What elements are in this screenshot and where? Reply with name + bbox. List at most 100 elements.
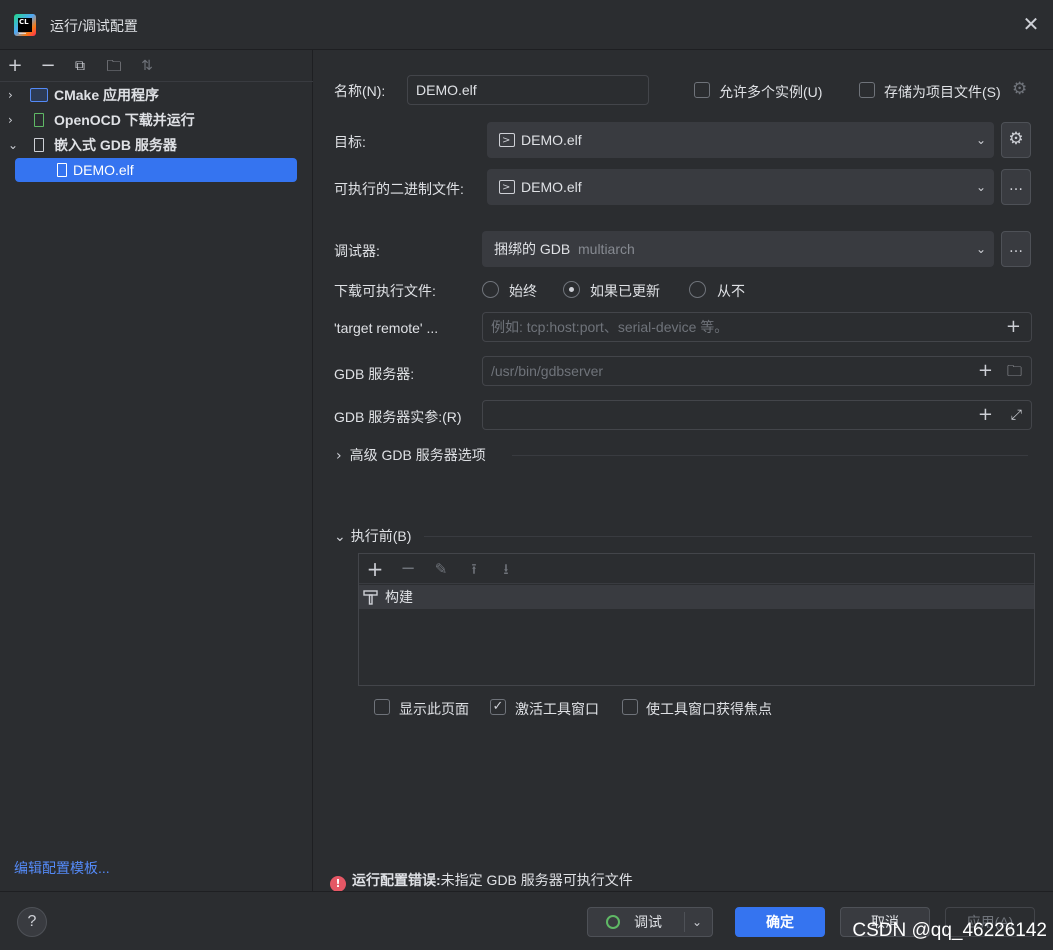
download-if-updated-radio[interactable] xyxy=(563,281,580,298)
target-label: 目标: xyxy=(334,134,366,150)
chevron-down-icon: ⌄ xyxy=(975,242,986,256)
window-title: 运行/调试配置 xyxy=(50,18,138,34)
tree-item-cmake[interactable]: › CMake 应用程序 xyxy=(0,83,313,107)
new-folder-icon[interactable]: 🗀 xyxy=(103,55,125,77)
activate-tool-window-checkbox[interactable]: ✓ xyxy=(490,699,506,715)
watermark: CSDN @qq_46226142 xyxy=(852,920,1047,941)
gdb-server-label: GDB 服务器: xyxy=(334,366,415,382)
config-tree-panel: + − ⧉ 🗀 ⇅ › CMake 应用程序 › OpenOCD 下载并运行 ⌄… xyxy=(0,50,313,891)
folder-icon[interactable]: 🗀 xyxy=(1007,357,1022,385)
add-icon[interactable]: + xyxy=(978,357,993,385)
tree-item-demo-elf[interactable]: DEMO.elf xyxy=(15,158,297,182)
add-icon[interactable]: + xyxy=(364,558,386,580)
cmake-app-icon xyxy=(30,88,48,102)
gdb-server-input[interactable]: /usr/bin/gdbserver + 🗀 xyxy=(482,356,1032,386)
chevron-down-icon[interactable]: ⌄ xyxy=(8,133,20,157)
terminal-icon xyxy=(499,123,515,159)
help-button[interactable]: ? xyxy=(17,907,47,937)
debugger-combo[interactable]: 捆绑的 GDB multiarch ⌄ xyxy=(482,231,994,267)
download-label: 下载可执行文件: xyxy=(334,283,436,299)
tree-item-label: OpenOCD 下载并运行 xyxy=(54,112,195,128)
before-launch-toolbar: + − ✎ ⭱ ⭳ xyxy=(359,554,1034,584)
copy-icon[interactable]: ⧉ xyxy=(69,55,91,77)
executable-value: DEMO.elf xyxy=(521,179,582,195)
move-down-icon[interactable]: ⭳ xyxy=(495,558,517,580)
tree-item-label: DEMO.elf xyxy=(73,162,134,178)
focus-tool-window-checkbox[interactable] xyxy=(622,699,638,715)
remove-icon[interactable]: − xyxy=(37,55,59,77)
before-launch-list: + − ✎ ⭱ ⭳ 构建 xyxy=(358,553,1035,686)
debug-button[interactable]: 调试 ⌄ xyxy=(587,907,713,937)
move-up-icon[interactable]: ⭱ xyxy=(463,558,485,580)
advanced-gdb-section[interactable]: › 高级 GDB 服务器选项 xyxy=(336,445,486,465)
error-icon: ! xyxy=(330,876,346,892)
tree-item-label: CMake 应用程序 xyxy=(54,87,160,103)
download-always-label: 始终 xyxy=(509,283,537,299)
split-divider xyxy=(684,912,685,932)
chevron-down-icon[interactable]: ⌄ xyxy=(692,908,702,936)
chevron-right-icon[interactable]: › xyxy=(8,108,20,132)
debugger-browse-button[interactable]: … xyxy=(1001,231,1031,267)
activate-tool-window-label: 激活工具窗口 xyxy=(515,701,599,717)
chip-icon xyxy=(34,113,44,127)
edit-icon[interactable]: ✎ xyxy=(430,558,452,580)
tree-item-label: 嵌入式 GDB 服务器 xyxy=(54,137,177,153)
terminal-icon xyxy=(499,170,515,206)
download-if-updated-label: 如果已更新 xyxy=(590,283,660,299)
gear-icon[interactable]: ⚙ xyxy=(1012,79,1027,99)
expand-icon[interactable]: ⤢ xyxy=(1011,401,1022,429)
allow-multiple-checkbox[interactable] xyxy=(694,82,710,98)
executable-label: 可执行的二进制文件: xyxy=(334,181,464,197)
tree-item-openocd[interactable]: › OpenOCD 下载并运行 xyxy=(0,108,313,132)
download-always-radio[interactable] xyxy=(482,281,499,298)
error-message: ! 运行配置错误:未指定 GDB 服务器可执行文件 xyxy=(330,870,633,892)
target-remote-input[interactable]: 例如: tcp:host:port、serial-device 等。 + xyxy=(482,312,1032,342)
advanced-gdb-label: 高级 GDB 服务器选项 xyxy=(349,447,486,463)
target-value: DEMO.elf xyxy=(521,132,582,148)
bug-icon xyxy=(606,915,620,929)
debugger-value: 捆绑的 GDB xyxy=(494,241,571,257)
ok-button[interactable]: 确定 xyxy=(735,907,825,937)
add-icon[interactable]: + xyxy=(978,401,993,429)
debug-label: 调试 xyxy=(634,914,662,930)
chevron-down-icon: ⌄ xyxy=(975,180,986,194)
chevron-down-icon: ⌄ xyxy=(334,529,346,545)
list-item[interactable]: 构建 xyxy=(359,585,1034,609)
executable-browse-button[interactable]: … xyxy=(1001,169,1031,205)
separator xyxy=(512,455,1028,456)
before-launch-label: 执行前(B) xyxy=(350,528,412,544)
tree-item-embedded-gdb[interactable]: ⌄ 嵌入式 GDB 服务器 xyxy=(0,133,313,157)
separator xyxy=(424,536,1032,537)
name-label: 名称(N): xyxy=(334,83,386,99)
chip-icon xyxy=(57,163,67,177)
remove-icon[interactable]: − xyxy=(397,558,419,580)
show-page-checkbox[interactable] xyxy=(374,699,390,715)
before-launch-section[interactable]: ⌄ 执行前(B) xyxy=(334,526,411,546)
add-icon[interactable]: + xyxy=(1006,313,1021,341)
target-settings-button[interactable]: ⚙ xyxy=(1001,122,1031,158)
error-text: 未指定 GDB 服务器可执行文件 xyxy=(440,872,633,888)
debugger-suffix: multiarch xyxy=(578,241,635,257)
tree-toolbar: + − ⧉ 🗀 ⇅ xyxy=(0,50,313,82)
chevron-down-icon: ⌄ xyxy=(975,133,986,147)
allow-multiple-label: 允许多个实例(U) xyxy=(719,84,823,100)
name-input[interactable]: DEMO.elf xyxy=(407,75,649,105)
chevron-right-icon[interactable]: › xyxy=(8,83,20,107)
config-form: 名称(N): DEMO.elf 允许多个实例(U) 存储为项目文件(S) ⚙ 目… xyxy=(314,50,1053,892)
download-never-radio[interactable] xyxy=(689,281,706,298)
gdb-args-input[interactable]: + ⤢ xyxy=(482,400,1032,430)
gdb-args-label: GDB 服务器实参:(R) xyxy=(334,409,462,425)
edit-templates-link[interactable]: 编辑配置模板... xyxy=(14,858,110,878)
target-remote-placeholder: 例如: tcp:host:port、serial-device 等。 xyxy=(491,319,729,335)
download-never-label: 从不 xyxy=(717,283,745,299)
executable-combo[interactable]: DEMO.elf ⌄ xyxy=(487,169,994,206)
store-project-checkbox[interactable] xyxy=(859,82,875,98)
close-icon[interactable]: ✕ xyxy=(1021,14,1041,34)
target-combo[interactable]: DEMO.elf ⌄ xyxy=(487,122,994,159)
title-bar: CL __ 运行/调试配置 ✕ xyxy=(0,0,1053,50)
error-title: 运行配置错误: xyxy=(352,872,441,888)
add-icon[interactable]: + xyxy=(4,55,26,77)
hammer-icon xyxy=(363,590,378,605)
sort-icon[interactable]: ⇅ xyxy=(136,55,158,77)
chevron-right-icon: › xyxy=(336,448,342,464)
